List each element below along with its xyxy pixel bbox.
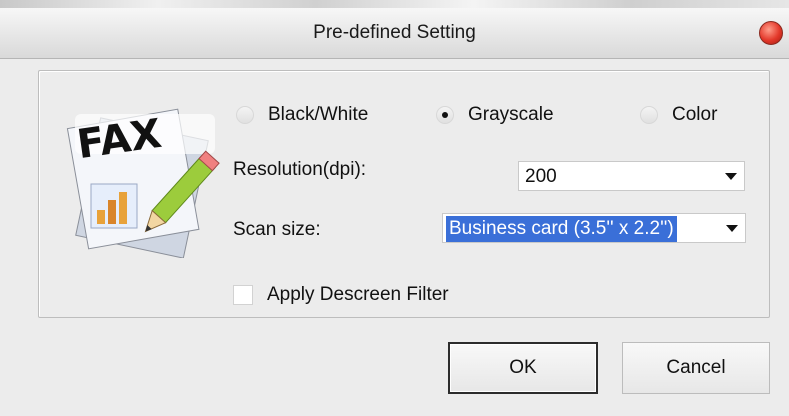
window-title: Pre-defined Setting [313,22,476,43]
chevron-down-icon[interactable] [720,165,742,187]
radio-label: Color [672,104,718,125]
radio-color[interactable]: Color [640,104,717,126]
radio-black-white[interactable]: Black/White [236,104,368,126]
ok-button[interactable]: OK [448,342,598,394]
close-button[interactable] [759,21,783,45]
radio-label: Grayscale [468,104,554,125]
descreen-filter-checkbox[interactable]: Apply Descreen Filter [233,284,449,306]
radio-label: Black/White [268,104,369,125]
cancel-button[interactable]: Cancel [622,342,770,394]
fax-icon: FAX [66,108,220,258]
scan-size-value: Business card (3.5'' x 2.2'') [446,216,677,242]
radio-grayscale[interactable]: Grayscale [436,104,554,126]
radio-button[interactable] [236,106,254,124]
descreen-filter-label: Apply Descreen Filter [267,284,449,305]
scan-size-select[interactable]: Business card (3.5'' x 2.2'') [442,213,746,243]
chevron-down-icon[interactable] [721,217,743,239]
resolution-value: 200 [525,166,557,187]
resolution-label: Resolution(dpi): [233,159,367,180]
radio-button[interactable] [436,106,454,124]
checkbox-box[interactable] [233,285,253,305]
title-bar[interactable]: Pre-defined Setting [0,8,789,59]
scan-size-label: Scan size: [233,219,321,240]
radio-button[interactable] [640,106,658,124]
resolution-select[interactable]: 200 [518,161,745,191]
